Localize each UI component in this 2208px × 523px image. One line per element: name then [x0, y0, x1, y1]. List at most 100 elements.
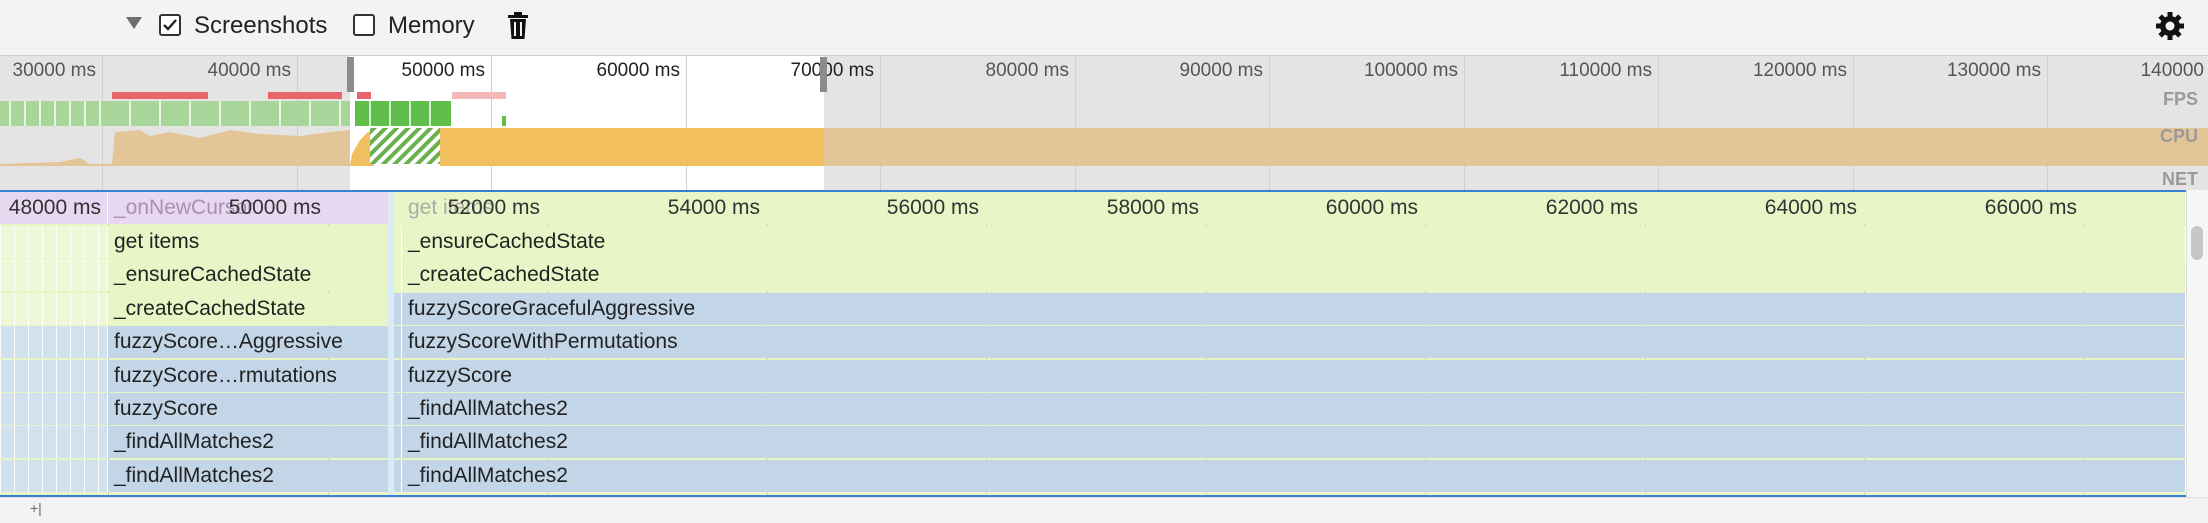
flame-tick-label: 50000 ms: [228, 196, 321, 219]
flame-frame-left[interactable]: _findAllMatches2: [108, 459, 390, 492]
scrollbar-thumb[interactable]: [2191, 226, 2203, 260]
overview-tick-label: 70000 ms: [790, 60, 874, 81]
flame-tick-label: 58000 ms: [1106, 196, 1199, 219]
frame-label: _findAllMatches2: [114, 463, 274, 487]
flame-frame-gap[interactable]: [394, 326, 402, 359]
overview-tick-label: 120000 ms: [1752, 60, 1847, 81]
fps-label: FPS: [2162, 89, 2198, 109]
timeline-overview[interactable]: 30000 ms 40000 ms 50000 ms 60000 ms 70000 ms…: [0, 56, 2208, 190]
flame-frame-left[interactable]: fuzzyScore: [108, 393, 390, 425]
flame-tick-label: 60000 ms: [1325, 196, 1418, 219]
flame-row: _findAllMatches2 _findAllMatches2: [0, 459, 2186, 492]
bottom-text: +|: [30, 500, 42, 516]
flame-frame-right[interactable]: _findAllMatches2: [402, 393, 2186, 425]
flame-frame-left[interactable]: _ensureCachedState: [108, 259, 390, 292]
screenshots-checkbox[interactable]: [159, 14, 181, 36]
flame-frame-gap[interactable]: [394, 292, 402, 325]
frame-label: _ensureCachedState: [408, 230, 606, 253]
overview-tick-label: 80000 ms: [985, 60, 1069, 81]
frame-label: _findAllMatches2: [408, 430, 568, 454]
frame-label: fuzzyScore: [408, 363, 512, 387]
flame-header-row: _onNewCursor get items: [0, 192, 2186, 224]
flame-frame-gap[interactable]: [394, 259, 402, 292]
flame-frame-gap[interactable]: [394, 426, 402, 459]
overview-tick-label: 100000 ms: [1363, 60, 1458, 81]
flame-frame-right[interactable]: fuzzyScoreWithPermutations: [402, 326, 2186, 359]
overview-tick-label: 90000 ms: [1179, 60, 1263, 81]
flame-sliver-frames[interactable]: [0, 359, 108, 392]
overview-tick-label: 40000 ms: [207, 60, 291, 81]
frame-label: fuzzyScore…Aggressive: [114, 330, 343, 354]
timeline-toolbar: Screenshots Memory: [0, 0, 2208, 56]
flame-cursor-line: [388, 192, 394, 495]
frame-label: fuzzyScoreGracefulAggressive: [408, 296, 696, 320]
flame-tick-label: 48000 ms: [8, 196, 101, 219]
flame-sliver-frames[interactable]: [0, 226, 108, 258]
memory-label: Memory: [388, 12, 475, 39]
frame-label: _findAllMatches2: [408, 463, 568, 487]
overview-right-handle[interactable]: [820, 57, 827, 92]
flame-frame-right[interactable]: _findAllMatches2: [402, 459, 2186, 492]
checkmark-icon: [163, 19, 177, 31]
frame-label: _findAllMatches2: [408, 397, 568, 420]
flame-frame-left[interactable]: _findAllMatches2: [108, 426, 390, 459]
flame-chart[interactable]: 48000 ms 50000 ms 52000 ms 54000 ms 56000 ms…: [0, 190, 2186, 497]
overview-tick-label: 30000 ms: [12, 60, 96, 81]
frame-label: fuzzyScore: [114, 397, 218, 420]
overview-gridline: [880, 56, 881, 190]
screenshots-label: Screenshots: [194, 12, 328, 39]
overview-left-handle[interactable]: [347, 57, 354, 92]
flame-tick-label: 62000 ms: [1545, 196, 1638, 219]
flame-frame-right[interactable]: _findAllMatches2: [402, 426, 2186, 459]
flame-sliver-frames[interactable]: [0, 393, 108, 425]
frame-label: _createCachedState: [114, 296, 306, 320]
flame-sliver-frames[interactable]: [0, 259, 108, 292]
flame-sliver-frames[interactable]: [0, 326, 108, 359]
overview-tick-label: 60000 ms: [596, 60, 680, 81]
flame-frame-gap[interactable]: [394, 359, 402, 392]
flame-row: fuzzyScore _findAllMatches2: [0, 393, 2186, 425]
flame-frame-right[interactable]: fuzzyScore: [402, 359, 2186, 392]
overview-tick-label: 110000 ms: [1559, 60, 1652, 81]
overview-gridline: [2047, 56, 2048, 190]
frame-label: get items: [114, 230, 200, 253]
flame-frame-gap[interactable]: [394, 226, 402, 258]
flame-row: get items _ensureCachedState: [0, 226, 2186, 258]
gear-icon[interactable]: [2155, 11, 2185, 46]
flame-frame-left[interactable]: get items: [108, 226, 390, 258]
frame-label: _createCachedState: [408, 263, 600, 287]
cpu-graph: [0, 128, 2208, 166]
overview-gridline: [1269, 56, 1270, 190]
flame-frame-right[interactable]: fuzzyScoreGracefulAggressive: [402, 292, 2186, 325]
frame-label: _findAllMatches2: [114, 430, 274, 454]
flame-tick-label: 64000 ms: [1764, 196, 1857, 219]
flame-tick-label: 56000 ms: [886, 196, 979, 219]
net-label: NET: [2162, 169, 2198, 189]
frame-label: fuzzyScoreWithPermutations: [408, 330, 678, 354]
overview-tick-label: 130000 ms: [1946, 60, 2041, 81]
flame-frame-left[interactable]: fuzzyScore…rmutations: [108, 359, 390, 392]
flame-frame-gap[interactable]: [394, 393, 402, 425]
flame-frame-right[interactable]: _createCachedState: [402, 259, 2186, 292]
memory-checkbox[interactable]: [353, 14, 375, 36]
bottom-panel: +|: [0, 497, 2208, 523]
flame-frame-right[interactable]: _ensureCachedState: [402, 226, 2186, 258]
frame-label: _ensureCachedState: [114, 263, 312, 287]
flame-sliver-frames[interactable]: [0, 426, 108, 459]
overview-gridline: [1075, 56, 1076, 190]
flame-sliver-frames[interactable]: [0, 292, 108, 325]
flame-frame-gap[interactable]: [394, 459, 402, 492]
flame-row: fuzzyScore…Aggressive fuzzyScoreWithPermu…: [0, 326, 2186, 359]
cpu-label: CPU: [2159, 126, 2198, 146]
overview-gridline: [1658, 56, 1659, 190]
collapse-triangle-icon[interactable]: [126, 17, 142, 29]
trash-icon[interactable]: [507, 12, 529, 45]
flame-scrollbar[interactable]: [2186, 190, 2208, 497]
overview-tick-label: 50000 ms: [401, 60, 485, 81]
flame-frame-left[interactable]: _createCachedState: [108, 292, 390, 325]
flame-sliver-frames[interactable]: [0, 459, 108, 492]
flame-tick-label: 66000 ms: [1984, 196, 2077, 219]
frame-label: fuzzyScore…rmutations: [114, 363, 337, 387]
flame-frame-left[interactable]: fuzzyScore…Aggressive: [108, 326, 390, 359]
overview-gridline: [1464, 56, 1465, 190]
